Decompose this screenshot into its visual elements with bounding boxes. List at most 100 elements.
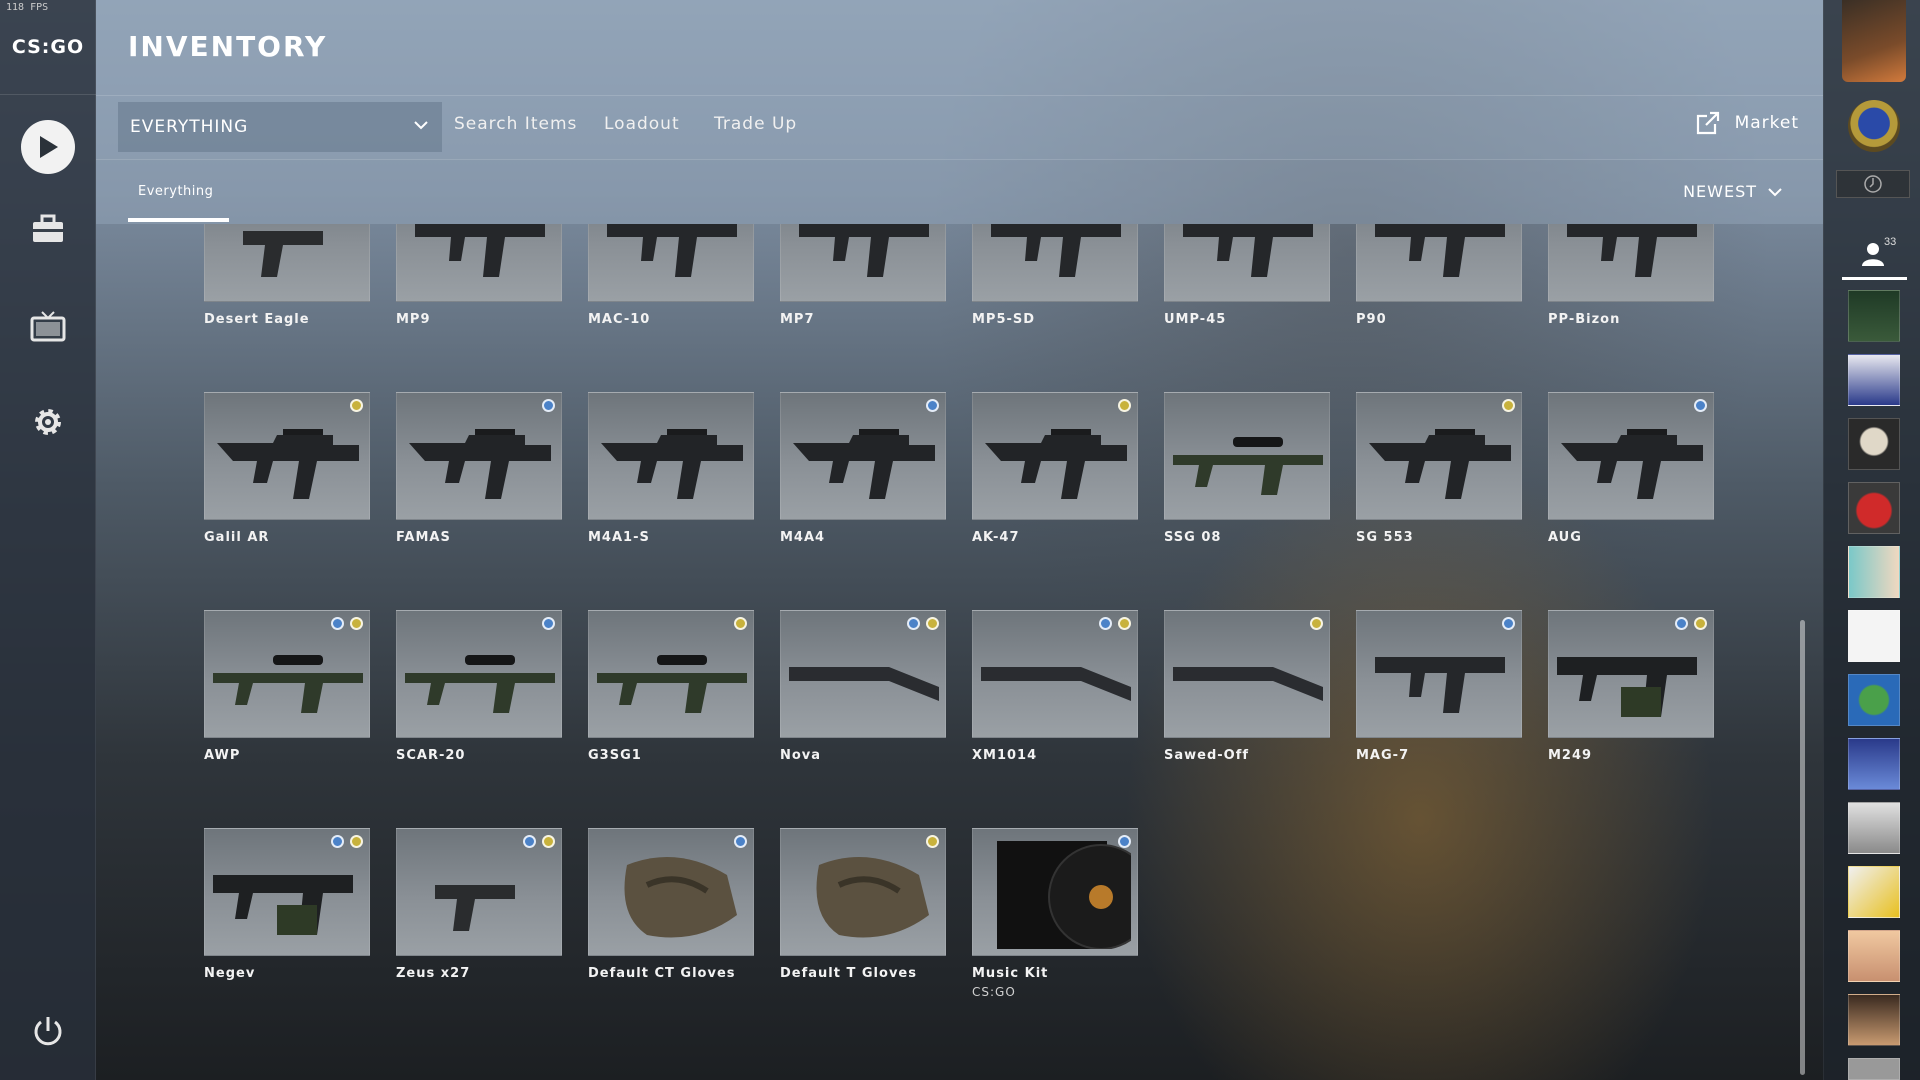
inventory-item[interactable]: Sawed-Off [1164, 610, 1330, 763]
item-tile[interactable] [1548, 224, 1714, 302]
power-icon[interactable] [0, 1014, 96, 1048]
item-name: XM1014 [972, 748, 1038, 763]
item-tile[interactable] [396, 610, 562, 738]
item-tile[interactable] [1356, 610, 1522, 738]
gold-badge-icon [926, 835, 939, 848]
inventory-item[interactable]: M249 [1548, 610, 1714, 763]
item-tile[interactable] [780, 610, 946, 738]
item-tile[interactable] [780, 392, 946, 520]
inventory-item[interactable]: Negev [204, 828, 370, 981]
market-button[interactable]: Market [1695, 110, 1799, 136]
gold-badge-icon [734, 617, 747, 630]
friend-avatar[interactable] [1848, 674, 1900, 726]
inventory-item[interactable]: XM1014 [972, 610, 1138, 763]
friend-avatar[interactable] [1848, 546, 1900, 598]
item-tile[interactable] [204, 224, 370, 302]
friend-avatar[interactable] [1848, 866, 1900, 918]
item-tile[interactable] [972, 224, 1138, 302]
item-tile[interactable] [972, 610, 1138, 738]
service-medal-icon[interactable] [1848, 100, 1900, 152]
friend-avatar[interactable] [1848, 290, 1900, 342]
item-tile[interactable] [1164, 392, 1330, 520]
inventory-item[interactable]: MP7 [780, 224, 946, 327]
inventory-item[interactable]: UMP-45 [1164, 224, 1330, 327]
item-tile[interactable] [204, 392, 370, 520]
item-image [405, 224, 553, 293]
watch-tv-icon[interactable] [0, 310, 96, 344]
inventory-item[interactable]: Default T Gloves [780, 828, 946, 981]
item-tile[interactable] [396, 392, 562, 520]
friend-avatar[interactable] [1848, 1058, 1900, 1080]
category-dropdown[interactable]: EVERYTHING [118, 102, 442, 152]
inventory-item[interactable]: M4A4 [780, 392, 946, 545]
scrollbar[interactable] [1800, 620, 1805, 1075]
item-badges [542, 399, 555, 412]
item-tile[interactable] [972, 392, 1138, 520]
friend-avatar[interactable] [1848, 418, 1900, 470]
inventory-item[interactable]: MAC-10 [588, 224, 754, 327]
inventory-item[interactable]: SSG 08 [1164, 392, 1330, 545]
cooldown-timer[interactable] [1836, 170, 1910, 198]
inventory-item[interactable]: PP-Bizon [1548, 224, 1714, 327]
inventory-item[interactable]: M4A1-S [588, 392, 754, 545]
item-tile[interactable] [396, 224, 562, 302]
item-tile[interactable] [204, 610, 370, 738]
inventory-item[interactable]: FAMAS [396, 392, 562, 545]
item-tile[interactable] [1164, 610, 1330, 738]
csgo-logo[interactable]: CS:GO [0, 0, 96, 95]
item-tile[interactable] [780, 828, 946, 956]
inventory-item[interactable]: P90 [1356, 224, 1522, 327]
search-items-link[interactable]: Search Items [454, 114, 577, 134]
tab-everything[interactable]: Everything [128, 160, 230, 224]
inventory-item[interactable]: MP9 [396, 224, 562, 327]
friend-avatar[interactable] [1848, 482, 1900, 534]
inventory-item[interactable]: MAG-7 [1356, 610, 1522, 763]
inventory-item[interactable]: SCAR-20 [396, 610, 562, 763]
friend-avatar[interactable] [1848, 802, 1900, 854]
item-tile[interactable] [588, 392, 754, 520]
loadout-link[interactable]: Loadout [604, 114, 680, 134]
inventory-item[interactable]: AK-47 [972, 392, 1138, 545]
inventory-item[interactable]: Nova [780, 610, 946, 763]
item-tile[interactable] [204, 828, 370, 956]
inventory-briefcase-icon[interactable] [0, 214, 96, 244]
item-tile[interactable] [972, 828, 1138, 956]
item-tile[interactable] [396, 828, 562, 956]
item-tile[interactable] [1164, 224, 1330, 302]
inventory-item[interactable]: Music Kit CS:GO [972, 828, 1138, 999]
item-tile[interactable] [1356, 392, 1522, 520]
item-image [405, 399, 553, 511]
friend-avatar[interactable] [1848, 930, 1900, 982]
item-tile[interactable] [588, 610, 754, 738]
inventory-item[interactable]: AUG [1548, 392, 1714, 545]
item-tile[interactable] [1548, 610, 1714, 738]
item-tile[interactable] [588, 224, 754, 302]
item-tile[interactable] [1548, 392, 1714, 520]
item-image [1173, 617, 1323, 729]
play-button[interactable] [0, 120, 96, 174]
inventory-item[interactable]: MP5-SD [972, 224, 1138, 327]
inventory-item[interactable]: Zeus x27 [396, 828, 562, 981]
inventory-item[interactable]: SG 553 [1356, 392, 1522, 545]
item-name: Default CT Gloves [588, 966, 736, 981]
inventory-item[interactable]: G3SG1 [588, 610, 754, 763]
sort-dropdown[interactable]: NEWEST [1683, 182, 1783, 201]
item-name: Desert Eagle [204, 312, 310, 327]
blue-badge-icon [1099, 617, 1112, 630]
friend-avatar[interactable] [1848, 354, 1900, 406]
player-rank-icon[interactable] [1842, 0, 1906, 82]
friend-avatar[interactable] [1848, 610, 1900, 662]
inventory-item[interactable]: AWP [204, 610, 370, 763]
inventory-item[interactable]: Desert Eagle [204, 224, 370, 327]
settings-gear-icon[interactable] [0, 405, 96, 439]
trade-up-link[interactable]: Trade Up [714, 114, 797, 134]
external-link-icon [1696, 111, 1719, 135]
item-tile[interactable] [780, 224, 946, 302]
friend-avatar[interactable] [1848, 994, 1900, 1046]
friend-avatar[interactable] [1848, 738, 1900, 790]
friends-button[interactable]: 33 [1824, 228, 1920, 280]
inventory-item[interactable]: Default CT Gloves [588, 828, 754, 981]
inventory-item[interactable]: Galil AR [204, 392, 370, 545]
item-tile[interactable] [588, 828, 754, 956]
item-tile[interactable] [1356, 224, 1522, 302]
